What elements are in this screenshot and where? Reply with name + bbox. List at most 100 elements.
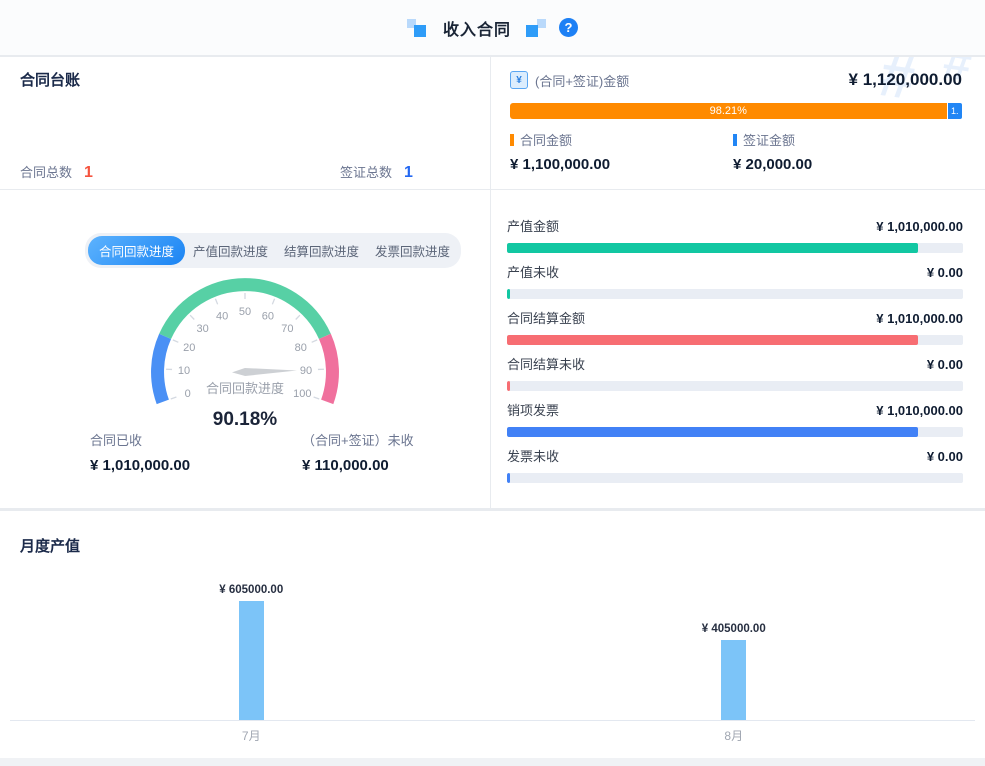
metric-bar-track	[507, 243, 963, 253]
svg-text:合同回款进度: 合同回款进度	[206, 381, 284, 396]
gauge-stat-label: （合同+签证）未收	[302, 430, 414, 449]
metric-value: ¥ 0.00	[927, 265, 963, 280]
legend-item-head: 合同金额	[510, 130, 610, 149]
legend-label: 合同金额	[520, 130, 572, 149]
x-axis-line	[10, 720, 975, 721]
metric-bar-track	[507, 381, 963, 391]
metric-row-head: 销项发票 ¥ 1,010,000.00	[507, 400, 963, 419]
svg-text:20: 20	[183, 342, 195, 354]
metric-label: 合同结算未收	[507, 354, 585, 373]
legend-item: 合同金额¥ 1,100,000.00	[510, 130, 610, 173]
svg-text:100: 100	[293, 388, 311, 400]
metric-bar-fill	[507, 289, 510, 299]
legend-marker-icon	[510, 134, 514, 146]
amount-label: (合同+签证)金额	[535, 71, 629, 90]
tab-4[interactable]: 发票回款进度	[367, 236, 458, 265]
income-contract-dashboard: 收入合同 ? 合同台账 合同总数 1 签证总数 1 # # ¥ (合同+签证)金额 ¥…	[0, 0, 985, 766]
metric-bar-fill	[507, 427, 918, 437]
svg-text:70: 70	[281, 323, 293, 335]
metric-row: 销项发票 ¥ 1,010,000.00	[507, 400, 963, 446]
metric-bar-track	[507, 289, 963, 299]
metric-row: 产值金额 ¥ 1,010,000.00	[507, 216, 963, 262]
metric-value: ¥ 0.00	[927, 449, 963, 464]
bar	[239, 601, 264, 720]
ledger-stat-value: 1	[404, 164, 413, 181]
svg-text:0: 0	[185, 388, 191, 400]
metric-row-head: 合同结算金额¥ 1,010,000.00	[507, 308, 963, 327]
amount-total: ¥ 1,120,000.00	[849, 70, 962, 90]
gauge-stat-label: 合同已收	[90, 430, 190, 449]
svg-text:90: 90	[300, 365, 312, 377]
metric-bar-fill	[507, 473, 510, 483]
legend-label: 签证金额	[743, 130, 795, 149]
legend-marker-icon	[733, 134, 737, 146]
metric-value: ¥ 1,010,000.00	[876, 403, 963, 418]
page-title: 收入合同	[443, 16, 511, 40]
gauge-stat-value: ¥ 110,000.00	[302, 457, 414, 474]
metric-bar-track	[507, 473, 963, 483]
progress-tabs: 合同回款进度产值回款进度结算回款进度发票回款进度	[85, 233, 461, 268]
metric-label: 产值金额	[507, 216, 559, 235]
ledger-title: 合同台账	[20, 69, 80, 90]
blue-squares-left-icon	[407, 18, 431, 38]
progress-segment: 98.21%	[510, 103, 947, 119]
gauge-needle	[232, 368, 297, 376]
tab-2[interactable]: 产值回款进度	[185, 236, 276, 265]
ledger-stat-label: 签证总数	[340, 165, 392, 180]
metric-row: 发票未收 ¥ 0.00	[507, 446, 963, 492]
metric-label: 发票未收	[507, 446, 559, 465]
svg-text:50: 50	[239, 306, 251, 318]
legend-value: ¥ 20,000.00	[733, 156, 812, 173]
gauge-value: 90.18%	[125, 409, 365, 431]
ledger-stat-value: 1	[84, 164, 93, 181]
bar-value-label: ¥ 605000.00	[219, 584, 283, 596]
contract-ledger-panel: 合同台账 合同总数 1 签证总数 1	[0, 57, 490, 189]
blue-squares-right-icon	[523, 18, 547, 38]
metric-value: ¥ 1,010,000.00	[876, 311, 963, 326]
metric-row-head: 产值金额 ¥ 1,010,000.00	[507, 216, 963, 235]
svg-text:60: 60	[262, 310, 274, 322]
bar	[721, 640, 746, 720]
metric-bar-fill	[507, 243, 918, 253]
help-icon[interactable]: ?	[559, 18, 578, 37]
monthly-bar-chart: ¥ 605000.007月¥ 405000.008月	[0, 511, 985, 758]
metric-value: ¥ 1,010,000.00	[876, 219, 963, 234]
tab-3[interactable]: 结算回款进度	[276, 236, 367, 265]
metric-label: 产值未收	[507, 262, 559, 281]
metric-row: 产值未收 ¥ 0.00	[507, 262, 963, 308]
ledger-stat-label: 合同总数	[20, 165, 72, 180]
x-axis-label: 8月	[724, 727, 743, 744]
amount-summary-panel: # # ¥ (合同+签证)金额 ¥ 1,120,000.00 98.21%1. …	[491, 57, 985, 189]
legend-item: 签证金额 ¥ 20,000.00	[733, 130, 812, 173]
legend-item-head: 签证金额	[733, 130, 812, 149]
metric-bar-fill	[507, 335, 918, 345]
x-axis-label: 7月	[242, 727, 261, 744]
svg-text:10: 10	[178, 365, 190, 377]
metric-row-head: 发票未收 ¥ 0.00	[507, 446, 963, 465]
ledger-stat: 合同总数 1	[20, 162, 93, 182]
metric-row-head: 合同结算未收 ¥ 0.00	[507, 354, 963, 373]
progress-segment: 1.	[948, 103, 962, 119]
recovery-progress-panel: 合同回款进度产值回款进度结算回款进度发票回款进度 010203040506070…	[0, 190, 490, 508]
metric-bar-track	[507, 427, 963, 437]
gauge-stat: （合同+签证）未收 ¥ 110,000.00	[302, 430, 414, 474]
monthly-output-panel: 月度产值 ¥ 605000.007月¥ 405000.008月	[0, 511, 985, 758]
svg-text:30: 30	[197, 323, 209, 335]
metric-bars-panel: 产值金额 ¥ 1,010,000.00 产值未收 ¥ 0.00 合同结算金额¥ 1,01…	[491, 190, 985, 508]
metric-row: 合同结算未收 ¥ 0.00	[507, 354, 963, 400]
metric-row: 合同结算金额¥ 1,010,000.00	[507, 308, 963, 354]
metric-value: ¥ 0.00	[927, 357, 963, 372]
page-header: 收入合同 ?	[0, 0, 985, 55]
metric-bar-track	[507, 335, 963, 345]
gauge-stat-value: ¥ 1,010,000.00	[90, 457, 190, 474]
tab-1[interactable]: 合同回款进度	[88, 236, 185, 265]
metric-rows: 产值金额 ¥ 1,010,000.00 产值未收 ¥ 0.00 合同结算金额¥ 1,01…	[507, 216, 963, 492]
metric-label: 销项发票	[507, 400, 559, 419]
invoice-yen-icon: ¥	[510, 71, 528, 89]
svg-text:80: 80	[295, 342, 307, 354]
metric-row-head: 产值未收 ¥ 0.00	[507, 262, 963, 281]
svg-text:40: 40	[216, 310, 228, 322]
recovery-gauge: 0102030405060708090100合同回款进度	[130, 276, 360, 416]
gauge-stat: 合同已收 ¥ 1,010,000.00	[90, 430, 190, 474]
amount-header: ¥ (合同+签证)金额 ¥ 1,120,000.00	[510, 70, 962, 90]
